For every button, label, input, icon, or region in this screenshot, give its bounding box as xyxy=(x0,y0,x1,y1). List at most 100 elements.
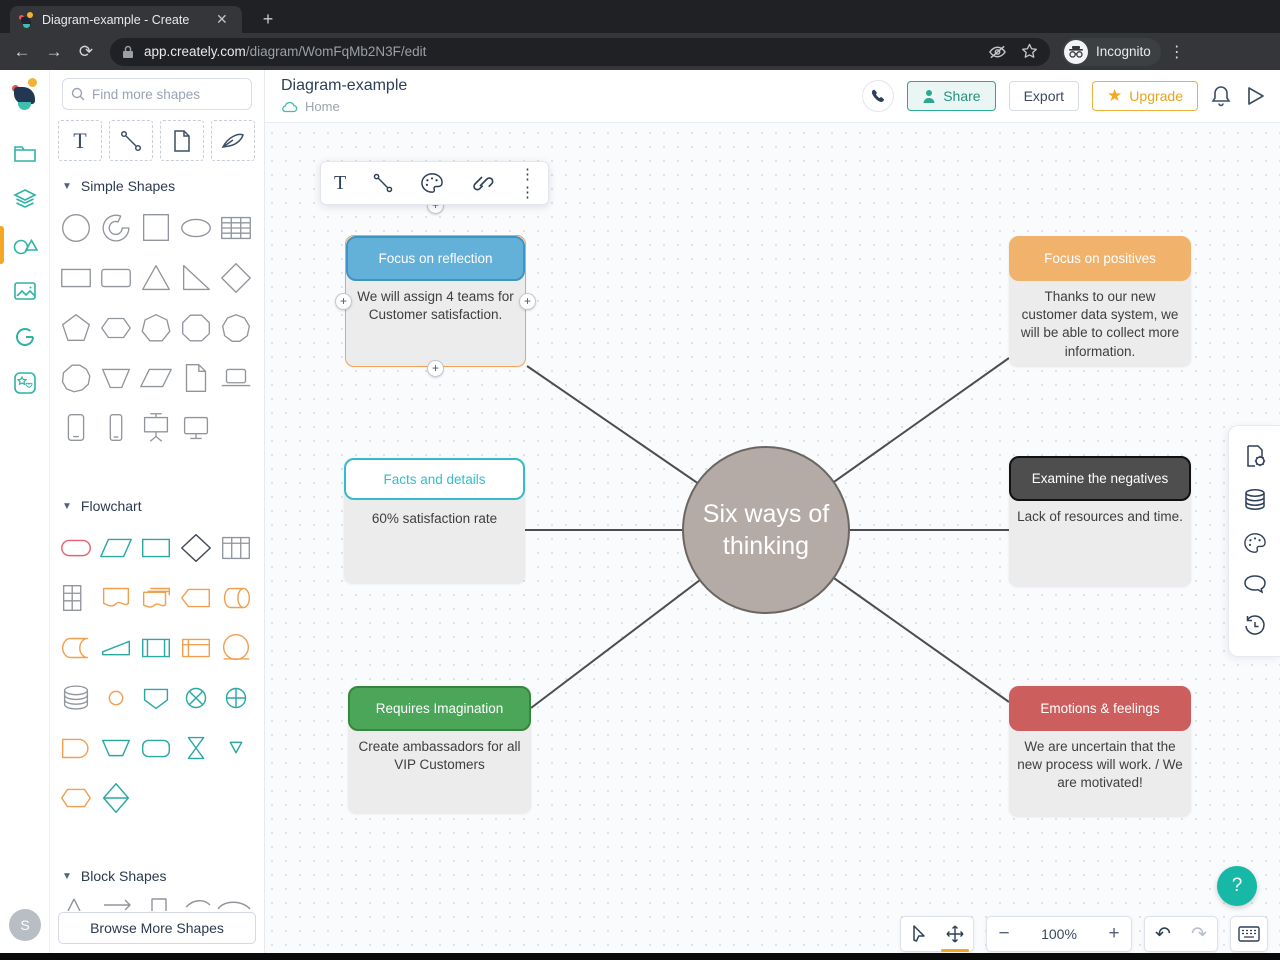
share-button[interactable]: Share xyxy=(907,81,996,111)
shape-document[interactable] xyxy=(177,359,215,397)
undo-button[interactable]: ↶ xyxy=(1145,916,1181,952)
link-icon[interactable] xyxy=(470,172,494,194)
shape-preparation[interactable] xyxy=(57,779,95,817)
help-button[interactable]: ? xyxy=(1217,866,1257,906)
history-icon[interactable] xyxy=(1243,614,1267,638)
shape-terminator[interactable] xyxy=(57,529,95,567)
document-title[interactable]: Diagram-example xyxy=(281,77,407,95)
shape-grid-table[interactable] xyxy=(57,579,95,617)
shape-laptop[interactable] xyxy=(217,359,255,397)
node-title[interactable]: Focus on positives xyxy=(1009,236,1191,281)
node-body[interactable]: 60% satisfaction rate xyxy=(352,510,517,528)
rail-shapes-icon[interactable] xyxy=(0,222,50,268)
node-examine-the-negatives[interactable]: Examine the negatives Lack of resources … xyxy=(1009,456,1191,586)
shape-parallelogram[interactable] xyxy=(137,359,175,397)
url-bar[interactable]: app.creately.com/diagram/WomFqMb2N3F/edi… xyxy=(110,37,1050,66)
shape-table[interactable] xyxy=(217,209,255,247)
shape-rectangle[interactable] xyxy=(57,259,95,297)
zoom-out-button[interactable]: − xyxy=(987,916,1021,952)
zoom-level[interactable]: 100% xyxy=(1021,926,1097,942)
bookmark-star-icon[interactable] xyxy=(1021,43,1038,60)
redo-button[interactable]: ↷ xyxy=(1181,916,1217,952)
new-tab-button[interactable]: + xyxy=(256,8,280,32)
user-avatar[interactable]: S xyxy=(9,909,41,941)
shape-hexagon[interactable] xyxy=(97,309,135,347)
comments-icon[interactable] xyxy=(1243,574,1267,594)
node-body[interactable]: Create ambassadors for all VIP Customers xyxy=(356,738,523,774)
shape-rounded-rectangle[interactable] xyxy=(97,259,135,297)
shape-square[interactable] xyxy=(137,209,175,247)
node-title[interactable]: Emotions & feelings xyxy=(1009,686,1191,731)
zoom-in-button[interactable]: + xyxy=(1097,916,1131,952)
add-shape-handle-bottom[interactable]: + xyxy=(427,360,444,377)
reload-icon[interactable]: ⟳ xyxy=(70,42,102,62)
shape-or-junction[interactable] xyxy=(217,679,255,717)
shape-monitor[interactable] xyxy=(177,409,215,447)
palette-icon[interactable] xyxy=(420,172,444,194)
shape-decagon[interactable] xyxy=(57,359,95,397)
shape-direct-data[interactable] xyxy=(177,579,215,617)
shape-tablet[interactable] xyxy=(57,409,95,447)
present-play-icon[interactable] xyxy=(1244,85,1266,107)
connector-style-icon[interactable] xyxy=(372,172,394,194)
rail-stickers-icon[interactable] xyxy=(0,360,50,406)
shape-delay[interactable] xyxy=(57,729,95,767)
shape-smartphone[interactable] xyxy=(97,409,135,447)
shape-heptagon[interactable] xyxy=(137,309,175,347)
back-icon[interactable]: ← xyxy=(6,42,38,62)
diagram-settings-icon[interactable] xyxy=(1243,444,1267,468)
shape-database[interactable] xyxy=(57,679,95,717)
shape-nonagon[interactable] xyxy=(217,309,255,347)
shape-flow-document[interactable] xyxy=(97,579,135,617)
node-body[interactable]: We will assign 4 teams for Customer sati… xyxy=(354,288,517,324)
browse-more-shapes-button[interactable]: Browse More Shapes xyxy=(58,912,256,944)
shape-pentagon[interactable] xyxy=(57,309,95,347)
shape-stored-data[interactable] xyxy=(57,629,95,667)
shape-decision[interactable] xyxy=(177,529,215,567)
section-simple-shapes[interactable]: ▼ Simple Shapes xyxy=(62,178,175,194)
rail-layers-icon[interactable] xyxy=(0,176,50,222)
data-icon[interactable] xyxy=(1243,488,1267,512)
node-title[interactable]: Examine the negatives xyxy=(1009,456,1191,501)
shape-triangle[interactable] xyxy=(137,259,175,297)
pan-tool-button[interactable] xyxy=(937,916,973,952)
shape-table-header[interactable] xyxy=(217,529,255,567)
text-tool[interactable]: T xyxy=(58,120,102,161)
rail-folder-icon[interactable] xyxy=(0,130,50,176)
node-body[interactable]: Thanks to our new customer data system, … xyxy=(1017,288,1183,361)
connector-tool[interactable] xyxy=(109,120,153,161)
node-title[interactable]: Focus on reflection xyxy=(346,236,525,281)
shape-alternate-process[interactable] xyxy=(137,729,175,767)
shape-circle[interactable] xyxy=(57,209,95,247)
node-requires-imagination[interactable]: Requires Imagination Create ambassadors … xyxy=(348,686,531,813)
rail-google-icon[interactable] xyxy=(0,314,50,360)
shape-predefined-process[interactable] xyxy=(137,629,175,667)
shape-sort[interactable] xyxy=(97,779,135,817)
node-emotions-and-feelings[interactable]: Emotions & feelings We are uncertain tha… xyxy=(1009,686,1191,816)
shape-projector-screen[interactable] xyxy=(137,409,175,447)
forward-icon[interactable]: → xyxy=(38,42,70,62)
search-input[interactable] xyxy=(92,86,242,102)
shape-octagon[interactable] xyxy=(177,309,215,347)
shape-right-triangle[interactable] xyxy=(177,259,215,297)
node-title[interactable]: Requires Imagination xyxy=(348,686,531,731)
browser-tab[interactable]: Diagram-example - Create ✕ xyxy=(10,6,242,33)
diagram-canvas[interactable]: Six ways of thinking Focus on reflection… xyxy=(265,70,1280,953)
mindmap-center[interactable]: Six ways of thinking xyxy=(682,446,850,614)
tab-close-icon[interactable]: ✕ xyxy=(216,11,228,28)
shape-multi-document[interactable] xyxy=(137,579,175,617)
section-block-shapes[interactable]: ▼ Block Shapes xyxy=(62,868,167,884)
browser-menu-icon[interactable]: ⋮ xyxy=(1169,42,1185,62)
breadcrumb[interactable]: Home xyxy=(281,99,340,114)
keyboard-shortcuts-button[interactable] xyxy=(1231,916,1267,952)
styles-palette-icon[interactable] xyxy=(1243,532,1267,554)
shape-stored-data-cylinder[interactable] xyxy=(217,579,255,617)
incognito-badge[interactable]: Incognito xyxy=(1062,37,1161,66)
shape-trapezoid-down[interactable] xyxy=(97,359,135,397)
call-button[interactable] xyxy=(862,80,895,112)
notifications-bell-icon[interactable] xyxy=(1211,85,1231,107)
shape-merge[interactable] xyxy=(217,729,255,767)
shape-collate[interactable] xyxy=(177,729,215,767)
node-body[interactable]: We are uncertain that the new process wi… xyxy=(1017,738,1183,793)
freehand-tool[interactable] xyxy=(211,120,255,161)
